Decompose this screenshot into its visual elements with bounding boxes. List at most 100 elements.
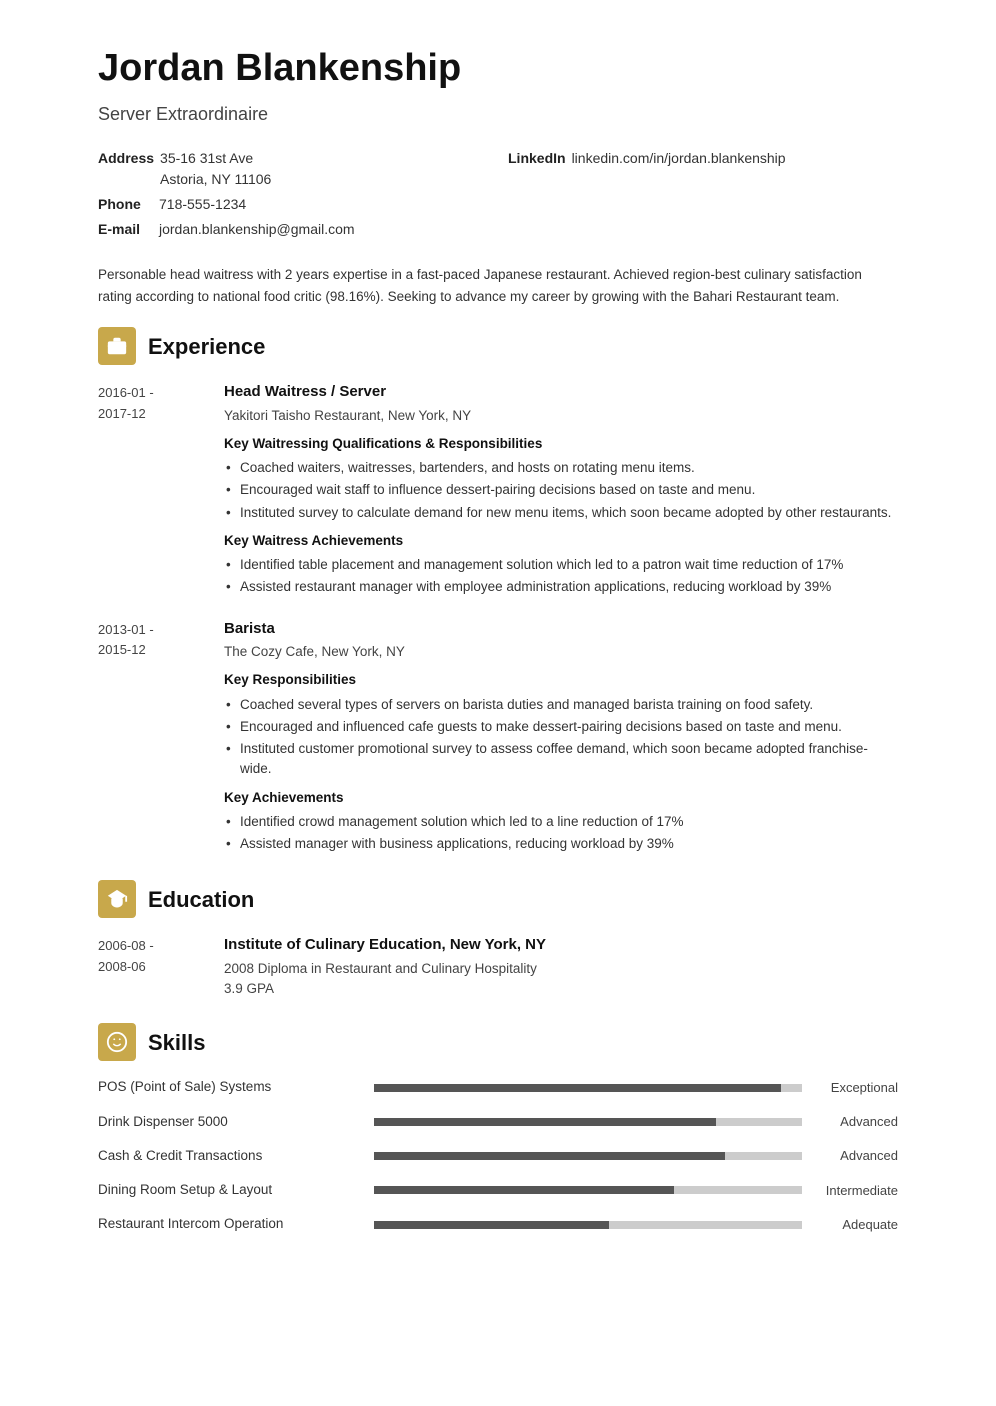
skills-icon [98, 1023, 136, 1061]
skill-name: Cash & Credit Transactions [98, 1146, 358, 1166]
entry-dates: 2013-01 - 2015-12 [98, 618, 208, 857]
header-section: Jordan Blankenship Server Extraordinaire [98, 40, 898, 128]
list-item: Instituted survey to calculate demand fo… [224, 503, 898, 523]
skill-level: Advanced [818, 1146, 898, 1166]
skills-header: Skills [98, 1023, 898, 1061]
summary-text: Personable head waitress with 2 years ex… [98, 264, 898, 307]
skill-row: Cash & Credit Transactions Advanced [98, 1146, 898, 1166]
skill-name: POS (Point of Sale) Systems [98, 1077, 358, 1097]
entry-job-title: Head Waitress / Server [224, 381, 898, 404]
skill-item: Dining Room Setup & Layout Intermediate [98, 1180, 898, 1200]
list-item: Assisted manager with business applicati… [224, 834, 898, 854]
skill-bar-container [374, 1118, 802, 1126]
edu-gpa: 3.9 GPA [224, 979, 898, 999]
experience-section: Experience 2016-01 - 2017-12Head Waitres… [98, 327, 898, 856]
skill-name: Drink Dispenser 5000 [98, 1112, 358, 1132]
skills-list: POS (Point of Sale) Systems Exceptional Dr… [98, 1077, 898, 1234]
entry-content: BaristaThe Cozy Cafe, New York, NY Key Re… [224, 618, 898, 857]
skills-section: Skills POS (Point of Sale) Systems Except… [98, 1023, 898, 1234]
phone-row: Phone 718-555-1234 [98, 194, 488, 215]
list-item: Encouraged wait staff to influence desse… [224, 480, 898, 500]
list-item: Identified table placement and managemen… [224, 555, 898, 575]
skill-level: Intermediate [818, 1181, 898, 1201]
graduation-icon [106, 888, 128, 910]
sub-section-heading: Key Waitressing Qualifications & Respons… [224, 434, 898, 454]
skill-bar-fill [374, 1152, 725, 1160]
skill-item: Cash & Credit Transactions Advanced [98, 1146, 898, 1166]
edu-institution: Institute of Culinary Education, New Yor… [224, 934, 898, 957]
skill-bar-container [374, 1152, 802, 1160]
skill-level: Exceptional [818, 1078, 898, 1098]
skill-item: Restaurant Intercom Operation Adequate [98, 1214, 898, 1234]
skill-level: Adequate [818, 1215, 898, 1235]
list-item: Assisted restaurant manager with employe… [224, 577, 898, 597]
edu-degree: 2008 Diploma in Restaurant and Culinary … [224, 959, 898, 979]
skill-row: Restaurant Intercom Operation Adequate [98, 1214, 898, 1234]
skill-bar-fill [374, 1084, 781, 1092]
experience-header: Experience [98, 327, 898, 365]
sub-section-heading: Key Responsibilities [224, 670, 898, 690]
education-header: Education [98, 880, 898, 918]
briefcase-icon [106, 335, 128, 357]
skill-row: Dining Room Setup & Layout Intermediate [98, 1180, 898, 1200]
candidate-title: Server Extraordinaire [98, 101, 898, 128]
skill-item: POS (Point of Sale) Systems Exceptional [98, 1077, 898, 1097]
skill-item: Drink Dispenser 5000 Advanced [98, 1112, 898, 1132]
linkedin-row: LinkedIn linkedin.com/in/jordan.blankens… [508, 148, 898, 190]
bullet-list: Identified table placement and managemen… [224, 555, 898, 598]
education-title: Education [148, 883, 254, 916]
skill-row: POS (Point of Sale) Systems Exceptional [98, 1077, 898, 1097]
candidate-name: Jordan Blankenship [98, 40, 898, 97]
entry-company: The Cozy Cafe, New York, NY [224, 642, 898, 662]
entry-dates: 2016-01 - 2017-12 [98, 381, 208, 600]
entry-content: Head Waitress / ServerYakitori Taisho Re… [224, 381, 898, 600]
skills-svg-icon [106, 1031, 128, 1053]
experience-title: Experience [148, 330, 265, 363]
list-item: Identified crowd management solution whi… [224, 812, 898, 832]
skill-bar-fill [374, 1221, 609, 1229]
skill-name: Dining Room Setup & Layout [98, 1180, 358, 1200]
skill-level: Advanced [818, 1112, 898, 1132]
email-label: E-mail [98, 219, 153, 240]
education-icon [98, 880, 136, 918]
skill-bar-container [374, 1186, 802, 1194]
bullet-list: Coached several types of servers on bari… [224, 695, 898, 780]
address-row: Address 35-16 31st Ave Astoria, NY 11106 [98, 148, 488, 190]
entry-job-title: Barista [224, 618, 898, 641]
experience-entry: 2016-01 - 2017-12Head Waitress / ServerY… [98, 381, 898, 600]
skill-bar-container [374, 1221, 802, 1229]
list-item: Instituted customer promotional survey t… [224, 739, 898, 780]
email-row: E-mail jordan.blankenship@gmail.com [98, 219, 488, 240]
phone-value: 718-555-1234 [159, 194, 246, 215]
email-value: jordan.blankenship@gmail.com [159, 219, 355, 240]
edu-content: Institute of Culinary Education, New Yor… [224, 934, 898, 999]
experience-entry: 2013-01 - 2015-12BaristaThe Cozy Cafe, N… [98, 618, 898, 857]
list-item: Coached several types of servers on bari… [224, 695, 898, 715]
skill-bar-container [374, 1084, 802, 1092]
linkedin-label: LinkedIn [508, 148, 566, 169]
experience-icon [98, 327, 136, 365]
linkedin-value: linkedin.com/in/jordan.blankenship [572, 148, 786, 169]
skill-row: Drink Dispenser 5000 Advanced [98, 1112, 898, 1132]
skills-title: Skills [148, 1026, 205, 1059]
skill-bar-fill [374, 1118, 716, 1126]
skill-bar-fill [374, 1186, 674, 1194]
education-section: Education 2006-08 - 2008-06 Institute of … [98, 880, 898, 999]
phone-label: Phone [98, 194, 153, 215]
contact-section: Address 35-16 31st Ave Astoria, NY 11106… [98, 148, 898, 240]
address-label: Address [98, 148, 154, 169]
list-item: Coached waiters, waitresses, bartenders,… [224, 458, 898, 478]
bullet-list: Coached waiters, waitresses, bartenders,… [224, 458, 898, 523]
experience-list: 2016-01 - 2017-12Head Waitress / ServerY… [98, 381, 898, 856]
education-list: 2006-08 - 2008-06 Institute of Culinary E… [98, 934, 898, 999]
sub-section-heading: Key Waitress Achievements [224, 531, 898, 551]
address-line1: 35-16 31st Ave [160, 148, 271, 169]
entry-company: Yakitori Taisho Restaurant, New York, NY [224, 406, 898, 426]
list-item: Encouraged and influenced cafe guests to… [224, 717, 898, 737]
edu-dates: 2006-08 - 2008-06 [98, 934, 208, 999]
resume-container: Jordan Blankenship Server Extraordinaire… [48, 0, 948, 1299]
skill-name: Restaurant Intercom Operation [98, 1214, 358, 1234]
bullet-list: Identified crowd management solution whi… [224, 812, 898, 855]
education-entry: 2006-08 - 2008-06 Institute of Culinary E… [98, 934, 898, 999]
sub-section-heading: Key Achievements [224, 788, 898, 808]
